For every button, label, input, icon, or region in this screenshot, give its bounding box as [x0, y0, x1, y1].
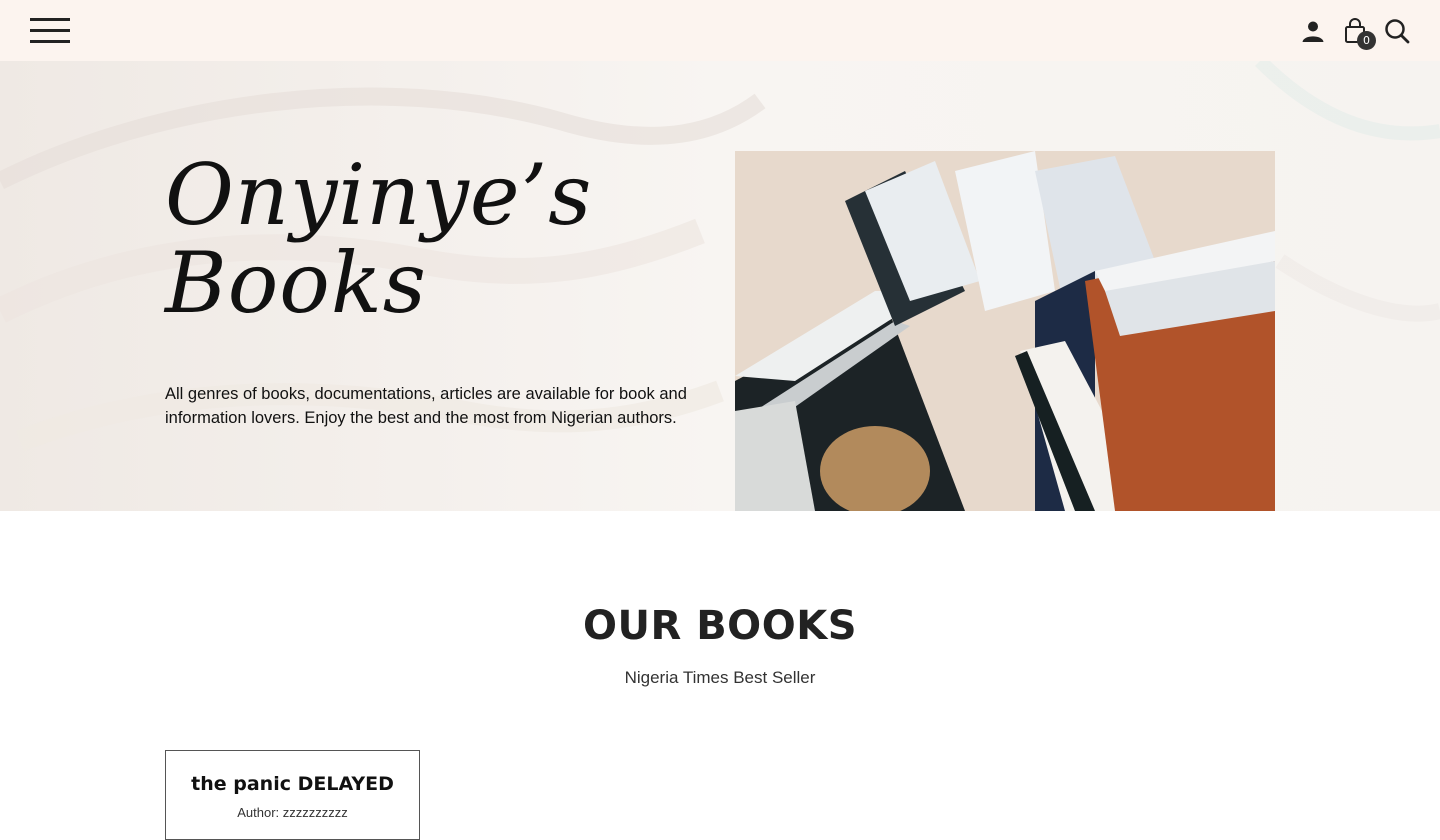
header-actions: 0 — [1300, 17, 1410, 50]
hero-description: All genres of books, documentations, art… — [165, 385, 687, 427]
open-books-photo — [735, 151, 1275, 511]
hero-title-line1: Onyinye’s — [165, 146, 593, 244]
book-title: the panic DELAYED — [191, 773, 394, 795]
top-navbar: 0 — [0, 0, 1440, 61]
hero-title-line2: Books — [165, 234, 427, 332]
hamburger-menu-icon[interactable] — [30, 16, 72, 46]
books-section-title: OUR BOOKS — [582, 603, 857, 649]
search-icon[interactable] — [1384, 18, 1410, 44]
cart-count-badge: 0 — [1357, 30, 1376, 50]
hamburger-line — [30, 17, 70, 21]
hamburger-line — [30, 28, 70, 32]
book-card[interactable]: the panic DELAYED Author: zzzzzzzzzz — [165, 750, 420, 840]
books-section-subtitle: Nigeria Times Best Seller — [624, 668, 816, 687]
book-author: Author: zzzzzzzzzz — [237, 805, 348, 820]
hamburger-line — [30, 39, 70, 43]
user-icon[interactable] — [1300, 18, 1326, 44]
shopping-bag-icon[interactable]: 0 — [1342, 17, 1376, 50]
hero-section: Onyinye’s Books All genres of books, doc… — [0, 61, 1440, 511]
hero-title: Onyinye’s Books — [165, 151, 685, 327]
